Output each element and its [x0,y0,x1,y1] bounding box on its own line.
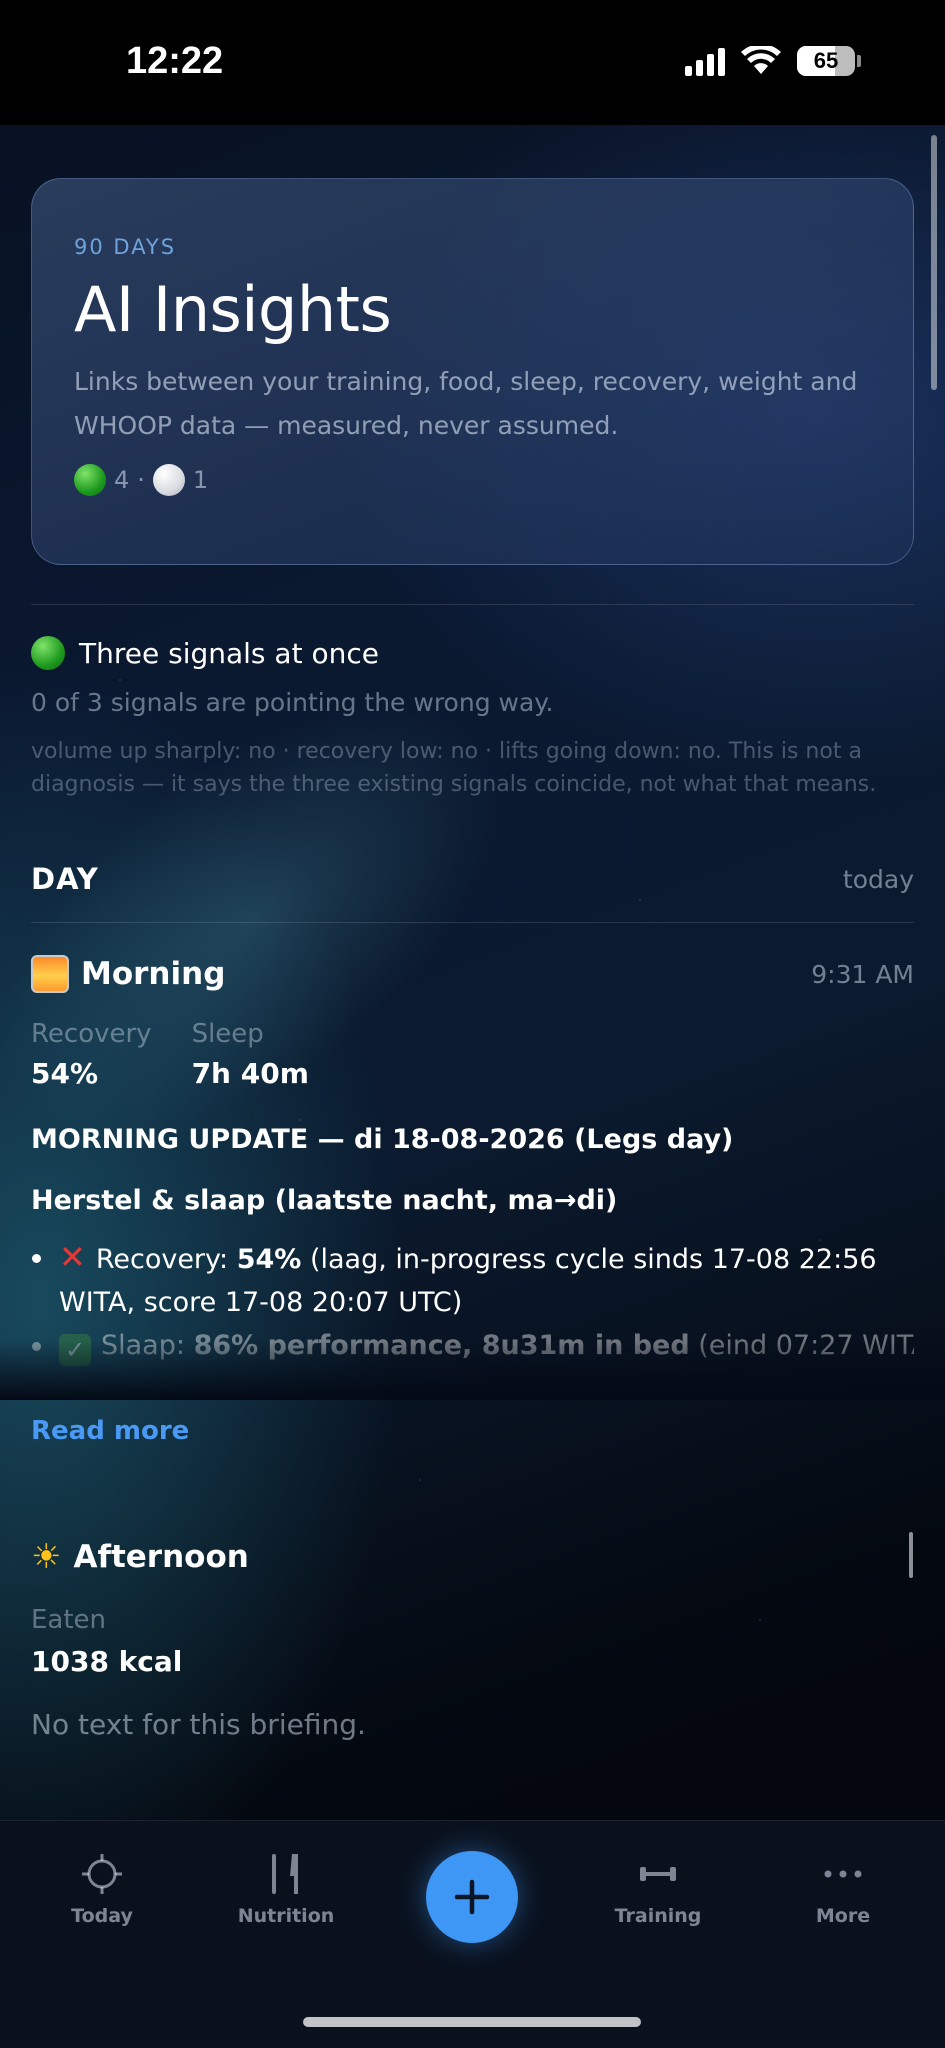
morning-title-row: Morning [31,955,225,993]
bullet-bold: 86% performance, 8u31m in bed [193,1330,690,1361]
scroll-indicator[interactable] [931,135,937,390]
bullet-prefix: Slaap: [101,1330,194,1361]
green-circle-icon [74,464,106,496]
signals-note: volume up sharply: no · recovery low: no… [31,739,877,797]
white-circle-icon [152,464,185,496]
check-mark-icon: ✓ [59,1334,91,1366]
tab-label: Today [71,1905,133,1927]
tab-label: Nutrition [237,1905,335,1927]
update-bullets: ✕ Recovery: 54% (laag, in-progress cycle … [31,1236,914,1367]
tab-nutrition[interactable]: Nutrition [221,1851,351,1927]
ai-insights-card[interactable]: 90 DAYS AI Insights Links between your t… [31,178,914,565]
insight-counts: 4 · 1 [74,464,871,496]
fork-knife-icon [221,1851,351,1897]
metric-recovery: Recovery 54% [31,1019,152,1090]
read-more-link[interactable]: Read more [31,1416,189,1446]
signals-subtitle: 0 of 3 signals are pointing the wrong wa… [31,688,554,717]
status-time: 12:22 [126,40,224,82]
status-icons: 65 [685,46,861,76]
divider [31,604,914,605]
list-item: ✕ Recovery: 54% (laag, in-progress cycle … [31,1236,914,1324]
screen: 12:22 65 90 DAYS AI Insights Links betwe… [0,0,945,2048]
morning-metrics: Recovery 54% Sleep 7h 40m [31,1019,914,1090]
day-when: today [842,864,914,894]
day-header: DAY today [31,862,914,896]
tab-label: More [815,1905,871,1927]
battery-level: 65 [813,48,839,73]
divider [31,922,914,923]
bullet-rest: (eind 07:27 WITA) [698,1330,914,1361]
home-indicator[interactable] [303,2017,641,2027]
dumbbell-icon [593,1851,723,1897]
sunrise-icon [31,955,69,993]
hero-kicker: 90 DAYS [74,235,177,259]
eaten-label: Eaten [31,1605,107,1635]
metric-value: 7h 40m [191,1057,309,1090]
sun-icon: ☀ [31,1537,62,1577]
signals-header: Three signals at once [31,636,914,670]
cross-mark-icon: ✕ [59,1238,86,1276]
update-title: MORNING UPDATE — di 18-08-2026 (Legs day… [31,1124,734,1155]
white-count: 1 [192,466,209,494]
tab-bar: Today Nutrition Training More [0,1820,945,2048]
bullet-prefix: Recovery: [95,1244,237,1275]
morning-header: Morning 9:31 AM [31,955,914,993]
day-title: DAY [31,862,99,896]
bullet-bold: 54% [236,1244,302,1275]
ellipsis-icon [778,1851,908,1897]
metric-value: 54% [31,1057,99,1090]
tab-today[interactable]: Today [37,1851,167,1927]
tab-training[interactable]: Training [593,1851,723,1927]
status-bar: 12:22 65 [0,0,945,125]
afternoon-briefing[interactable]: ☀ Afternoon Eaten 1038 kcal No text for … [31,1537,914,1741]
plus-icon [454,1879,490,1915]
morning-briefing[interactable]: Morning 9:31 AM Recovery 54% Sleep 7h 40… [31,955,914,1367]
green-circle-icon [31,636,65,670]
tab-label: Training [614,1905,702,1927]
crosshair-icon [37,1851,167,1897]
metric-label: Sleep [191,1019,264,1049]
eaten-value: 1038 kcal [31,1645,183,1678]
tab-more[interactable]: More [778,1851,908,1927]
metric-label: Recovery [31,1019,152,1049]
battery-tip [857,55,861,67]
morning-time: 9:31 AM [811,959,914,989]
wifi-icon [741,46,781,74]
list-item: ✓ Slaap: 86% performance, 8u31m in bed (e… [31,1324,914,1367]
morning-title: Morning [81,956,226,992]
empty-briefing-text: No text for this briefing. [31,1708,366,1741]
signals-insight[interactable]: Three signals at once 0 of 3 signals are… [31,636,914,801]
cellular-signal-icon [685,46,725,76]
count-separator: · [137,466,145,494]
battery-icon: 65 [797,46,855,76]
signals-title: Three signals at once [79,636,379,670]
metric-sleep: Sleep 7h 40m [192,1019,309,1090]
green-count: 4 [114,466,130,494]
page-title: AI Insights [74,273,392,346]
add-button[interactable] [426,1851,518,1943]
hero-description: Links between your training, food, sleep… [74,367,858,440]
afternoon-title-row: ☀ Afternoon [31,1537,914,1577]
update-subtitle: Herstel & slaap (laatste nacht, ma→di) [31,1185,618,1216]
afternoon-title: Afternoon [73,1539,249,1575]
